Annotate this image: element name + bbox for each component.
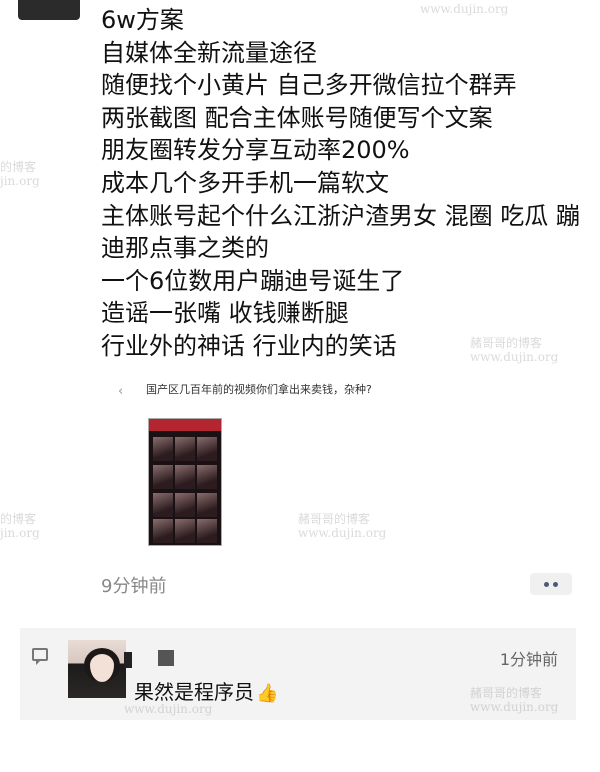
comment-text: 果然是程序员 👍 bbox=[134, 676, 278, 705]
post-line: 随便找个小黄片 自己多开微信拉个群弄 bbox=[101, 71, 517, 100]
post-line: 一个6位数用户蹦迪号诞生了 bbox=[101, 266, 405, 295]
post-line: 主体账号起个什么江浙沪渣男女 混圈 吃瓜 蹦迪那点事之类的 bbox=[101, 201, 580, 263]
commenter-name-redacted bbox=[158, 650, 174, 666]
commenter-avatar[interactable] bbox=[68, 640, 126, 698]
post-line: 自媒体全新流量途径 bbox=[101, 38, 317, 67]
post-time: 9分钟前 bbox=[101, 576, 167, 597]
thumbs-up-icon: 👍 bbox=[256, 683, 279, 704]
post-line: 行业外的神话 行业内的笑话 bbox=[101, 331, 397, 360]
post-line: 6w方案 bbox=[101, 6, 184, 34]
commenter-name-redacted bbox=[124, 652, 132, 668]
phone-screenshot-image bbox=[148, 418, 222, 546]
watermark: 的博客 jin.org bbox=[0, 512, 40, 540]
post-line: 两张截图 配合主体账号随便写个文案 bbox=[101, 103, 493, 132]
post-line: 造谣一张嘴 收钱赚断腿 bbox=[101, 299, 349, 328]
comment-time: 1分钟前 bbox=[499, 650, 558, 669]
comment-bubble-icon bbox=[32, 648, 48, 665]
poster-avatar[interactable] bbox=[18, 0, 80, 20]
comment-body: 果然是程序员 bbox=[134, 680, 254, 704]
watermark: 的博客 jin.org bbox=[0, 160, 40, 188]
back-arrow-icon: ‹ bbox=[118, 384, 124, 399]
post-text: 6w方案 自媒体全新流量途径 随便找个小黄片 自己多开微信拉个群弄 两张截图 配… bbox=[101, 4, 591, 363]
shared-title: 国产区几百年前的视频你们拿出来卖钱，杂种? bbox=[146, 383, 372, 396]
comment-section: 1分钟前 果然是程序员 👍 bbox=[20, 628, 576, 720]
post-line: 成本几个多开手机一篇软文 bbox=[101, 168, 389, 197]
more-dots-icon[interactable] bbox=[530, 573, 572, 595]
post-line: 朋友圈转发分享互动率200% bbox=[101, 136, 410, 165]
shared-screenshot[interactable]: ‹ 国产区几百年前的视频你们拿出来卖钱，杂种? bbox=[118, 378, 378, 558]
